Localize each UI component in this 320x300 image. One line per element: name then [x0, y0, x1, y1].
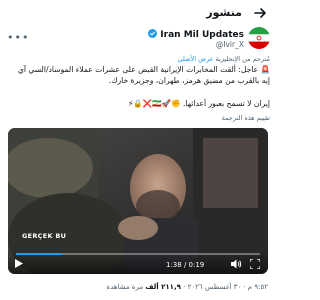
tweet-date[interactable]: ٣٠ أغسطس ٢٠٢٦ — [188, 283, 242, 291]
back-arrow-icon[interactable] — [252, 5, 268, 21]
author-name-text: Iran Mil Updates — [160, 30, 244, 40]
more-options-icon[interactable]: ••• — [7, 32, 28, 44]
volume-icon[interactable] — [231, 259, 242, 269]
video-timecode: 1:38 / 0:19 — [166, 261, 205, 269]
video-progress-fill — [16, 253, 63, 255]
translated-label: مُترجم من الإنجليزية — [215, 55, 270, 63]
translated-notice: مُترجم من الإنجليزية عرض الأصلي — [177, 55, 270, 63]
page-title: منشور — [206, 6, 242, 19]
tweet-text: 🚨 عاجل: ألقت المخابرات الإيرانية القبض ع… — [17, 65, 270, 85]
tweet-meta: ٩:٥٢ م · ٣٠ أغسطس ٢٠٢٦ · ٢١١,٩ ألف مرة م… — [106, 283, 268, 291]
views-count: ٢١١,٩ ألف — [145, 283, 181, 291]
tweet-time[interactable]: ٩:٥٢ م — [248, 283, 268, 291]
fullscreen-icon[interactable] — [250, 259, 260, 269]
show-original-link[interactable]: عرض الأصلي — [177, 55, 213, 63]
verified-badge-icon — [148, 29, 158, 38]
video-watermark: GERÇEK BU — [22, 232, 67, 240]
rate-translation-link[interactable]: تقييم هذه الترجمة — [222, 114, 270, 122]
video-player[interactable]: GERÇEK BU 1:38 / 0:19 — [8, 128, 268, 274]
play-icon[interactable] — [15, 259, 23, 268]
video-controls — [8, 252, 268, 274]
views-label: مرة مشاهدة — [106, 283, 144, 291]
top-bar: منشور — [0, 0, 276, 26]
iran-flag-icon — [248, 27, 270, 49]
avatar[interactable] — [248, 27, 270, 49]
author-handle[interactable]: @Ivir_X — [216, 40, 244, 49]
author-name[interactable]: Iran Mil Updates — [146, 29, 244, 40]
video-progress-bar[interactable] — [16, 253, 260, 255]
tweet-text-line2: إيران لا تسمح بعبور أعدائها. ✊🚀🇮🇷❌🔒⚡ — [127, 99, 270, 108]
